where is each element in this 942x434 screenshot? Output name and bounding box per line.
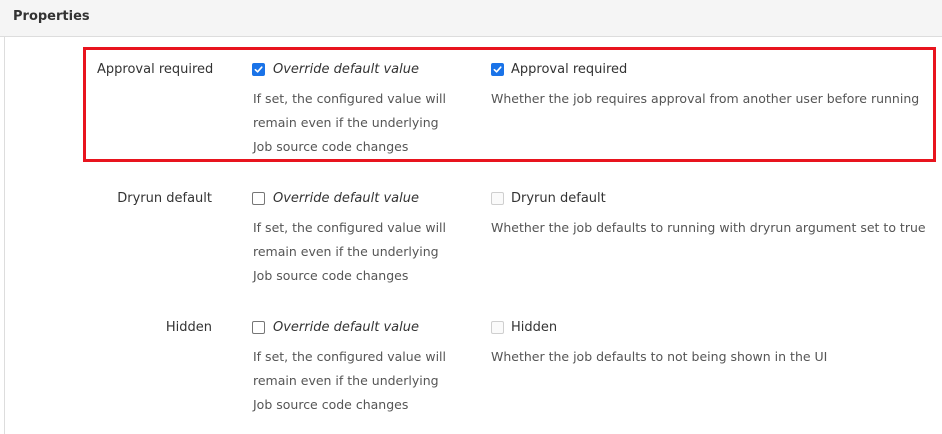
override-checkbox-dryrun-default[interactable] [252, 192, 265, 205]
property-label-hidden: Hidden [165, 320, 212, 335]
value-checkbox-label-approval-required[interactable]: Approval required [511, 62, 627, 77]
value-checkbox-label-hidden: Hidden [511, 320, 558, 335]
value-checkbox-approval-required[interactable] [491, 63, 504, 76]
property-description-dryrun-default: Whether the job defaults to running with… [491, 220, 926, 235]
checkmark-icon [493, 66, 502, 73]
property-label-approval-required: Approval required [97, 62, 214, 77]
value-checkbox-hidden [491, 321, 504, 334]
section-title: Properties [13, 9, 90, 24]
property-label-dryrun-default: Dryrun default [117, 191, 212, 206]
override-checkbox-approval-required[interactable] [252, 63, 265, 76]
property-description-hidden: Whether the job defaults to not being sh… [491, 349, 828, 364]
property-description-approval-required: Whether the job requires approval from a… [491, 91, 920, 106]
override-checkbox-label[interactable]: Override default value [273, 320, 419, 335]
checkmark-icon [254, 66, 263, 73]
section-header: Properties [0, 0, 942, 37]
override-description: If set, the configured value will remain… [253, 91, 446, 154]
override-checkbox-hidden[interactable] [252, 321, 265, 334]
override-description: If set, the configured value will remain… [253, 349, 446, 412]
override-checkbox-label[interactable]: Override default value [273, 62, 419, 77]
override-checkbox-label[interactable]: Override default value [273, 191, 419, 206]
properties-section: Properties Approval required Override de… [0, 0, 942, 434]
override-description: If set, the configured value will remain… [253, 220, 446, 283]
value-checkbox-dryrun-default [491, 192, 504, 205]
value-checkbox-label-dryrun-default: Dryrun default [511, 191, 606, 206]
